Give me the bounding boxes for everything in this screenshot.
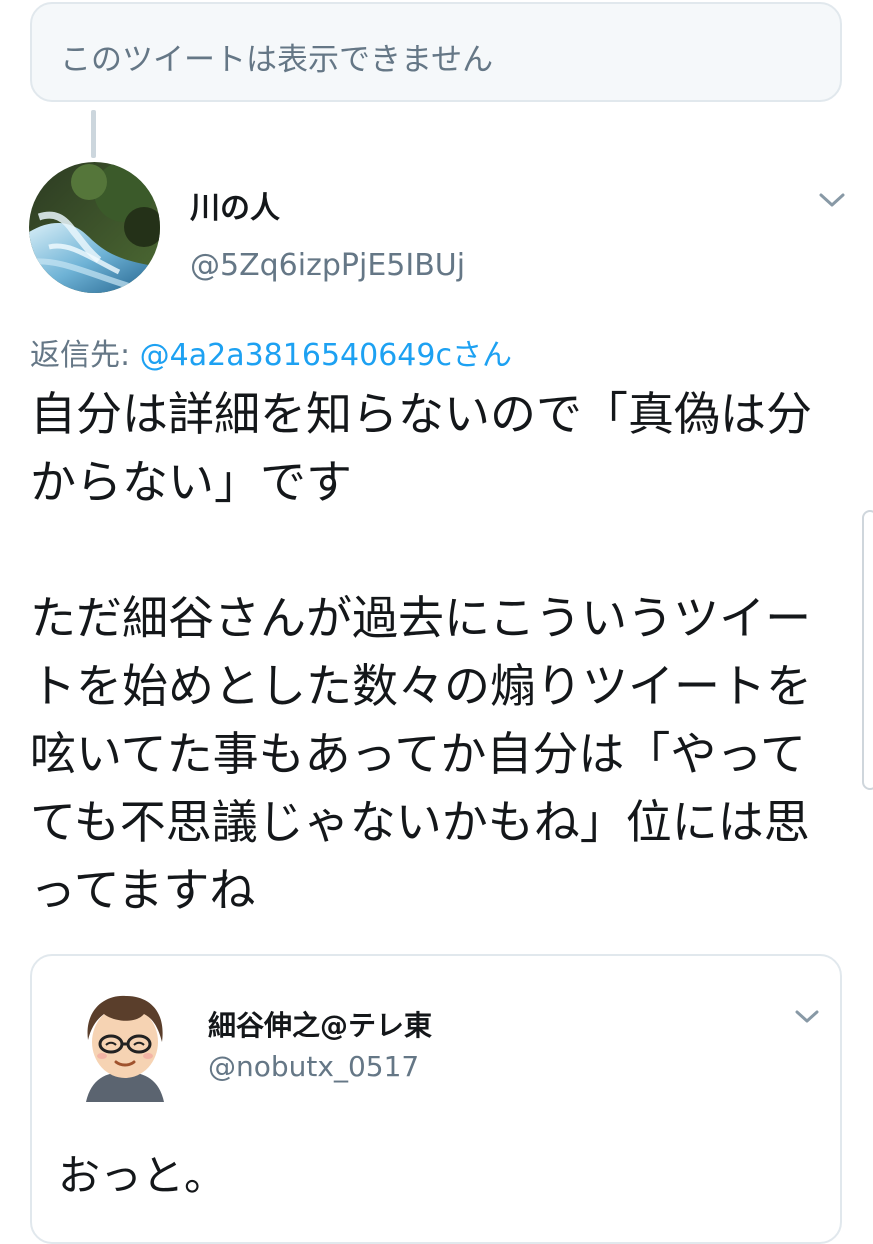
quoted-user-avatar[interactable]: [66, 984, 184, 1102]
reply-mention-link[interactable]: @4a2a3816540649cさん: [140, 338, 512, 373]
quoted-author-handle[interactable]: @nobutx_0517: [208, 1050, 419, 1083]
user-avatar[interactable]: [29, 162, 160, 293]
tweet-body-text: 自分は詳細を知らないので「真偽は分からない」です ただ細谷さんが過去にこういうツ…: [30, 387, 812, 917]
quoted-tweet-menu-chevron-down-icon[interactable]: [792, 1006, 822, 1028]
author-handle[interactable]: @5Zq6izpPjE5IBUj: [190, 248, 465, 283]
thread-connector-line: [91, 110, 96, 158]
quoted-author-display-name[interactable]: 細谷伸之@テレ東: [208, 1004, 432, 1044]
author-display-name[interactable]: 川の人: [190, 183, 280, 227]
waterfall-avatar-icon: [29, 162, 160, 293]
unavailable-tweet-notice: このツイートは表示できません: [30, 2, 842, 102]
tweet-menu-chevron-down-icon[interactable]: [816, 188, 848, 212]
quoted-tweet-text: おっと。: [58, 1151, 227, 1200]
reply-context: 返信先: @4a2a3816540649cさん: [30, 330, 512, 374]
scrollbar-handle[interactable]: [862, 510, 873, 790]
reply-label: 返信先:: [30, 338, 140, 373]
illustrated-person-avatar-icon: [86, 995, 164, 1102]
quoted-tweet-card[interactable]: 細谷伸之@テレ東 @nobutx_0517 おっと。: [30, 954, 842, 1244]
unavailable-tweet-text: このツイートは表示できません: [60, 42, 494, 78]
